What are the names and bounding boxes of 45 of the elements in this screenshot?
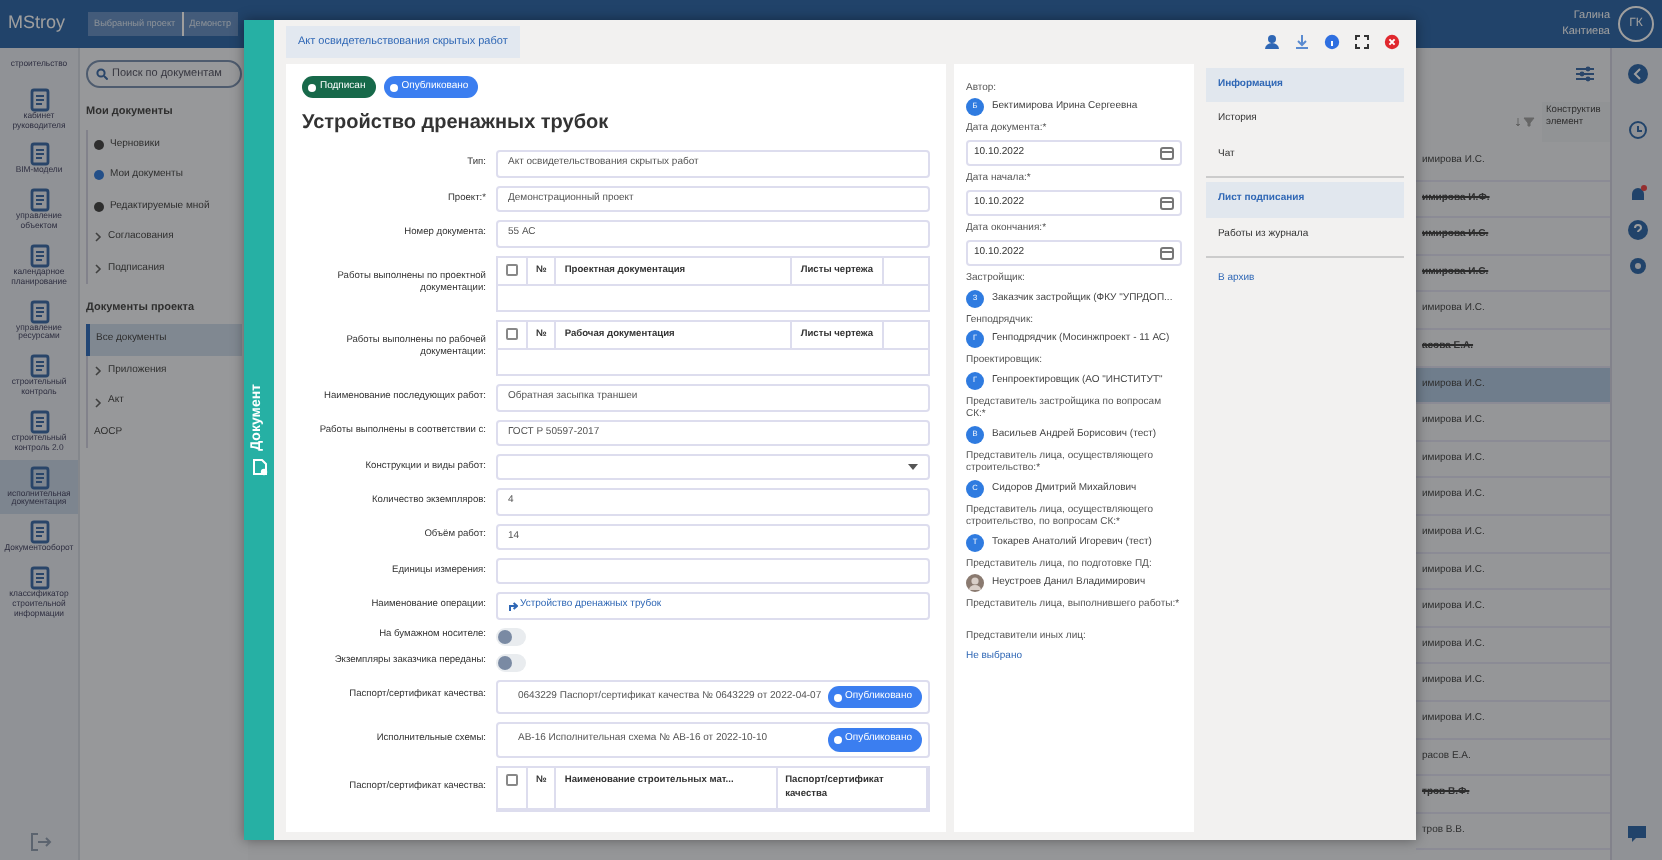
caret-icon xyxy=(908,464,918,471)
document-icon xyxy=(27,87,51,112)
download-icon[interactable] xyxy=(1294,33,1310,50)
document-icon xyxy=(27,299,51,324)
input-field[interactable] xyxy=(496,558,930,585)
checkbox[interactable] xyxy=(506,773,518,786)
document-icon xyxy=(251,458,267,477)
notification-bell-icon[interactable] xyxy=(1627,184,1647,204)
document-title: Устройство дренажных трубок xyxy=(302,110,611,139)
chevron-icon xyxy=(94,263,102,274)
document-icon xyxy=(27,188,51,213)
document-icon xyxy=(27,243,51,268)
dropdown-field[interactable] xyxy=(496,454,930,481)
checkbox[interactable] xyxy=(506,263,518,276)
help-icon[interactable] xyxy=(1627,220,1647,240)
settings-icon[interactable] xyxy=(1627,256,1647,276)
document-icon xyxy=(27,465,51,490)
info-icon[interactable] xyxy=(1324,33,1340,50)
calendar-icon xyxy=(1160,146,1174,161)
search-icon xyxy=(96,68,108,81)
toggle-switch[interactable] xyxy=(496,653,526,672)
sort-filter-icon xyxy=(1516,116,1536,128)
filter-settings-icon xyxy=(1576,66,1594,82)
logo[interactable]: MStroy xyxy=(0,10,80,38)
add-user-icon[interactable] xyxy=(1264,33,1280,50)
document-icon xyxy=(27,520,51,545)
link-icon xyxy=(508,601,518,612)
avatar-silhouette-icon xyxy=(966,574,984,593)
document-icon xyxy=(27,409,51,434)
document-icon xyxy=(27,354,51,379)
document-icon xyxy=(27,566,51,591)
calendar-icon xyxy=(1160,196,1174,211)
back-icon[interactable] xyxy=(1627,64,1647,84)
fullscreen-icon[interactable] xyxy=(1354,33,1370,50)
chat-icon[interactable] xyxy=(1626,824,1648,844)
chevron-icon xyxy=(94,397,102,407)
close-icon[interactable] xyxy=(1384,33,1400,50)
history-icon[interactable] xyxy=(1627,120,1647,140)
chevron-icon xyxy=(94,366,102,376)
logout-icon xyxy=(27,830,51,854)
chevron-icon xyxy=(94,232,102,243)
checkbox[interactable] xyxy=(506,328,518,341)
calendar-icon xyxy=(1160,246,1174,261)
document-icon xyxy=(27,142,51,167)
toggle-switch[interactable] xyxy=(496,627,526,646)
